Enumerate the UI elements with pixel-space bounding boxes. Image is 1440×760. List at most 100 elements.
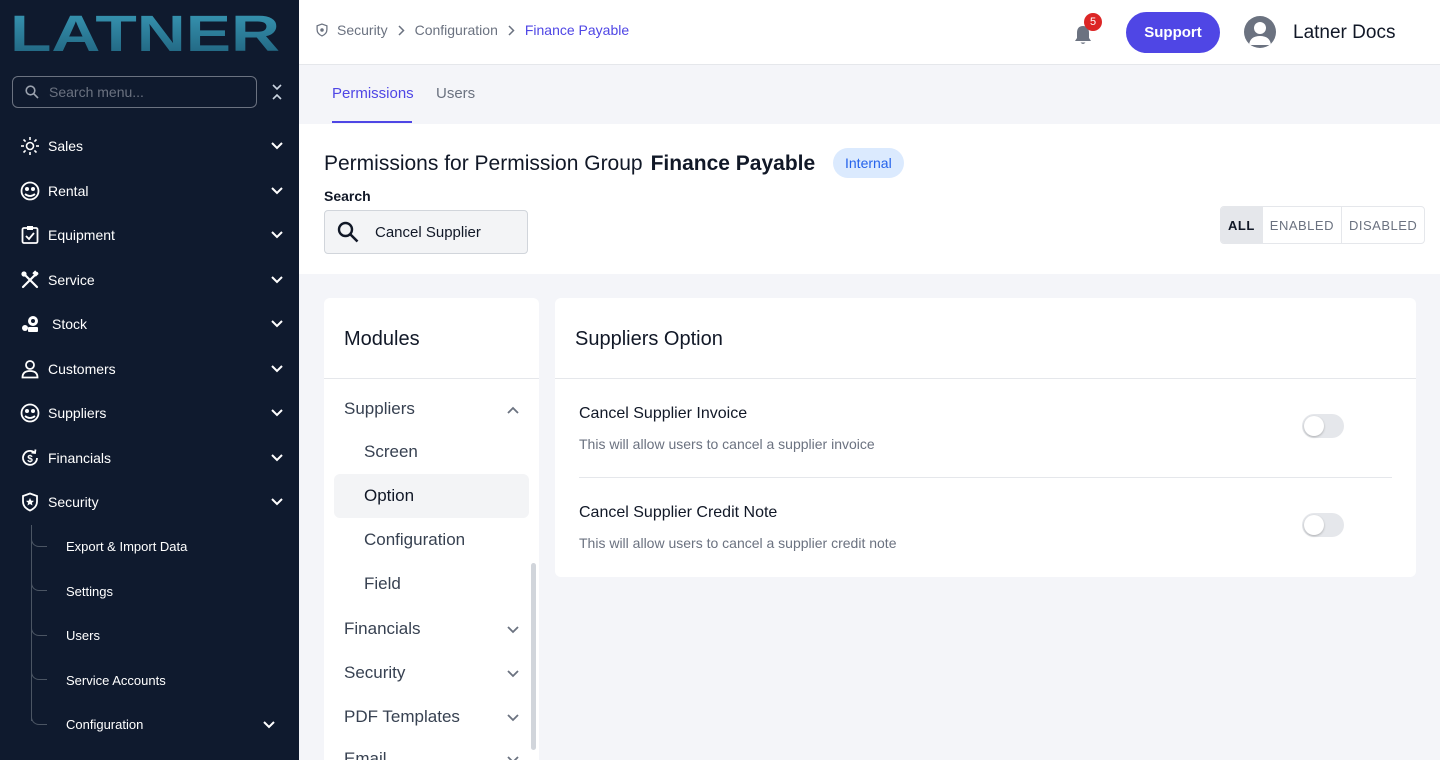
breadcrumb-configuration[interactable]: Configuration bbox=[415, 22, 498, 38]
sidebar-search-input[interactable] bbox=[49, 84, 229, 100]
topbar: Security Configuration Finance Payable 5… bbox=[299, 0, 1440, 65]
stock-icon bbox=[20, 314, 40, 334]
tab-permissions[interactable]: Permissions bbox=[332, 85, 414, 102]
module-sub-configuration[interactable]: Configuration bbox=[334, 518, 529, 562]
service-icon bbox=[20, 270, 40, 290]
security-submenu: Export & Import Data Settings Users Serv… bbox=[0, 524, 299, 748]
tree-branch bbox=[31, 666, 47, 680]
chevron-down-icon bbox=[271, 318, 283, 330]
tab-active-indicator bbox=[332, 121, 412, 123]
option-description: This will allow users to cancel a suppli… bbox=[579, 436, 875, 452]
module-sub-screen[interactable]: Screen bbox=[334, 430, 529, 474]
status-badge: Internal bbox=[833, 148, 904, 178]
sidebar-item-sales[interactable]: Sales bbox=[0, 124, 299, 169]
sidebar-subitem-label: Export & Import Data bbox=[66, 539, 188, 555]
search-label: Search bbox=[324, 188, 371, 204]
filter-toggle-group: ALL ENABLED DISABLED bbox=[1220, 206, 1426, 244]
breadcrumb-security[interactable]: Security bbox=[337, 22, 388, 38]
filter-enabled-button[interactable]: ENABLED bbox=[1263, 207, 1342, 243]
sidebar-subitem-label: Service Accounts bbox=[66, 672, 166, 688]
sidebar-subitem-export-import[interactable]: Export & Import Data bbox=[0, 525, 299, 570]
module-sub-field[interactable]: Field bbox=[334, 562, 529, 606]
sidebar-subitem-label: Configuration bbox=[66, 717, 144, 733]
sidebar-item-label: Equipment bbox=[48, 227, 115, 244]
modules-card: Modules Suppliers Screen Option Configur… bbox=[324, 298, 539, 760]
suppliers-icon bbox=[20, 403, 40, 423]
module-financials[interactable]: Financials bbox=[344, 619, 519, 639]
module-label: Financials bbox=[344, 619, 421, 638]
chevron-down-icon bbox=[507, 749, 519, 760]
option-description: This will allow users to cancel a suppli… bbox=[579, 535, 897, 551]
sidebar-item-label: Suppliers bbox=[48, 405, 107, 422]
chevron-right-icon bbox=[508, 24, 515, 36]
tab-bar: Permissions Users bbox=[299, 65, 1440, 124]
shield-icon bbox=[20, 492, 40, 512]
module-label: PDF Templates bbox=[344, 707, 460, 726]
sidebar-item-label: Service bbox=[48, 271, 95, 288]
option-row: Cancel Supplier Credit Note This will al… bbox=[579, 478, 1392, 577]
module-email[interactable]: Email bbox=[344, 749, 519, 760]
chevron-up-icon bbox=[507, 399, 519, 419]
sidebar-subitem-settings[interactable]: Settings bbox=[0, 569, 299, 614]
avatar[interactable] bbox=[1244, 16, 1276, 48]
sidebar-item-service[interactable]: Service bbox=[0, 258, 299, 303]
sidebar-subitem-label: Users bbox=[66, 628, 100, 644]
chevron-down-icon bbox=[271, 274, 283, 286]
module-label: Security bbox=[344, 663, 406, 682]
chevron-down-icon bbox=[271, 140, 283, 152]
sidebar-item-financials[interactable]: $ Financials bbox=[0, 436, 299, 481]
sidebar-item-label: Security bbox=[48, 494, 99, 511]
sidebar-subitem-service-accounts[interactable]: Service Accounts bbox=[0, 658, 299, 703]
divider bbox=[324, 378, 539, 379]
module-sub-option[interactable]: Option bbox=[334, 474, 529, 518]
sidebar-item-customers[interactable]: Customers bbox=[0, 347, 299, 392]
sidebar-search[interactable] bbox=[12, 76, 257, 108]
sidebar-nav: Sales Rental Equipment Service Stock Cus… bbox=[0, 124, 299, 747]
filter-disabled-button[interactable]: DISABLED bbox=[1342, 207, 1424, 243]
sidebar-item-equipment[interactable]: Equipment bbox=[0, 213, 299, 258]
page-title: Permissions for Permission Group Finance… bbox=[324, 152, 815, 176]
chevron-down-icon bbox=[263, 717, 275, 732]
sidebar-item-rental[interactable]: Rental bbox=[0, 169, 299, 214]
breadcrumb: Security Configuration Finance Payable bbox=[315, 22, 629, 38]
tree-branch bbox=[31, 577, 47, 591]
latner-logo[interactable]: LATNER bbox=[10, 8, 282, 56]
scrollbar-thumb[interactable] bbox=[531, 563, 536, 750]
module-security[interactable]: Security bbox=[344, 663, 519, 683]
sales-icon bbox=[20, 136, 40, 156]
toggle-knob bbox=[1304, 416, 1324, 436]
chevron-down-icon bbox=[271, 496, 283, 508]
sidebar: LATNER Sales Rental Equipment Service bbox=[0, 0, 299, 760]
sidebar-subitem-label: Settings bbox=[66, 583, 113, 599]
chevron-right-icon bbox=[398, 24, 405, 36]
module-label: Suppliers bbox=[344, 399, 415, 418]
sidebar-item-label: Financials bbox=[48, 449, 112, 466]
cancel-supplier-invoice-toggle[interactable] bbox=[1302, 414, 1344, 438]
sidebar-subitem-configuration[interactable]: Configuration bbox=[0, 703, 299, 748]
chevron-down-icon bbox=[271, 452, 283, 464]
options-card: Suppliers Option Cancel Supplier Invoice… bbox=[555, 298, 1416, 577]
option-title: Cancel Supplier Credit Note bbox=[579, 504, 778, 521]
permission-search-input[interactable] bbox=[375, 223, 515, 241]
chevron-down-icon bbox=[271, 407, 283, 419]
module-pdf-templates[interactable]: PDF Templates bbox=[344, 707, 519, 727]
support-button[interactable]: Support bbox=[1126, 12, 1220, 53]
sidebar-item-label: Customers bbox=[48, 360, 116, 377]
sidebar-item-label: Rental bbox=[48, 182, 89, 199]
filter-all-button[interactable]: ALL bbox=[1221, 207, 1263, 243]
collapse-sidebar-icon[interactable] bbox=[268, 82, 286, 102]
user-name[interactable]: Latner Docs bbox=[1293, 22, 1395, 44]
notification-badge: 5 bbox=[1084, 13, 1102, 31]
sidebar-subitem-users[interactable]: Users bbox=[0, 614, 299, 659]
module-suppliers[interactable]: Suppliers bbox=[344, 399, 519, 419]
equipment-icon bbox=[20, 225, 40, 245]
sidebar-item-stock[interactable]: Stock bbox=[0, 302, 299, 347]
module-label: Email bbox=[344, 749, 387, 760]
sidebar-item-suppliers[interactable]: Suppliers bbox=[0, 391, 299, 436]
user-icon bbox=[1249, 22, 1271, 45]
group-name: Finance Payable bbox=[650, 152, 816, 175]
sidebar-item-security[interactable]: Security bbox=[0, 480, 299, 525]
tab-users[interactable]: Users bbox=[436, 85, 475, 102]
cancel-supplier-credit-note-toggle[interactable] bbox=[1302, 513, 1344, 537]
permission-search[interactable] bbox=[324, 210, 528, 254]
